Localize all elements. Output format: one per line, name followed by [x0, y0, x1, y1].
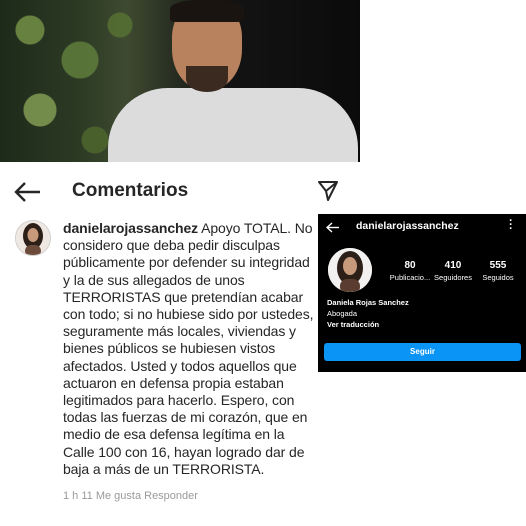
see-translation-link[interactable]: Ver traducción [327, 320, 379, 329]
comment-content: Apoyo TOTAL. No considero que deba pedir… [63, 220, 314, 477]
stat-followers[interactable]: 410 Seguidores [432, 260, 474, 282]
back-arrow-icon[interactable] [14, 181, 42, 203]
page-title: Comentarios [72, 180, 189, 201]
stat-posts[interactable]: 80 Publicacio... [388, 260, 432, 282]
video-frame[interactable] [0, 0, 360, 162]
comment-text: danielarojassanchez Apoyo TOTAL. No cons… [63, 220, 314, 478]
follow-button[interactable]: Seguir [324, 343, 521, 361]
profile-username: danielarojassanchez [356, 220, 459, 232]
person-hair [170, 0, 244, 22]
profile-full-name: Daniela Rojas Sanchez [327, 298, 409, 307]
commenter-avatar[interactable] [15, 220, 51, 256]
share-send-icon[interactable] [317, 180, 339, 202]
profile-back-arrow-icon[interactable] [326, 222, 340, 233]
profile-card: danielarojassanchez · · · 80 Publicacio...… [318, 214, 526, 372]
avatar-portrait-icon [16, 221, 50, 255]
person-shirt [108, 88, 358, 162]
person-beard [186, 66, 228, 92]
comment-meta[interactable]: 1 h 11 Me gusta Responder [63, 490, 198, 502]
more-options-icon[interactable]: · · · [508, 216, 514, 235]
profile-avatar[interactable] [328, 248, 372, 292]
comment-username[interactable]: danielarojassanchez [63, 220, 198, 236]
profile-bio: Abogada [327, 309, 358, 318]
profile-portrait-icon [328, 248, 372, 292]
stat-following[interactable]: 555 Seguidos [478, 260, 518, 282]
